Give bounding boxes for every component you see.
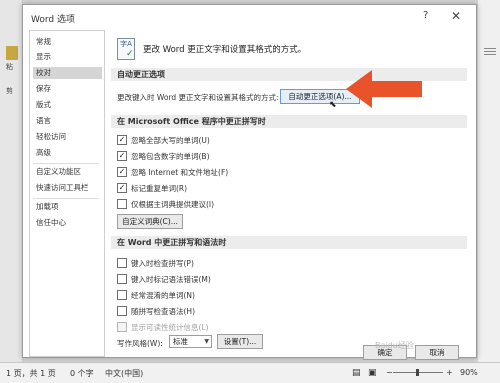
close-button[interactable]: ✕ <box>451 9 461 23</box>
checkbox-label: 标记重复单词(R) <box>131 184 188 193</box>
checkbox-label: 忽略包含数字的单词(B) <box>131 152 210 161</box>
word-count[interactable]: 0 个字 <box>70 368 94 379</box>
read-mode-icon[interactable]: ▤ <box>352 368 361 378</box>
checkbox-ignore-numbers[interactable]: ✓ <box>117 151 127 161</box>
word-ribbon-right-strip <box>478 0 500 362</box>
panel-header-text: 更改 Word 更正文字和设置其格式的方式。 <box>143 45 307 55</box>
nav-divider <box>33 163 99 164</box>
nav-item-display[interactable]: 显示 <box>33 51 102 63</box>
nav-item-general[interactable]: 常规 <box>33 36 102 48</box>
checkbox-check-spelling[interactable] <box>117 258 127 268</box>
checkbox-confused-words[interactable] <box>117 290 127 300</box>
nav-item-customize-ribbon[interactable]: 自定义功能区 <box>33 166 102 178</box>
checkbox-mark-grammar[interactable] <box>117 274 127 284</box>
checkbox-label: 键入时检查拼写(P) <box>131 259 194 268</box>
checkbox-label: 忽略 Internet 和文件地址(F) <box>131 168 229 177</box>
paste-icon[interactable] <box>6 46 18 60</box>
nav-item-advanced[interactable]: 高级 <box>33 147 102 159</box>
zoom-level[interactable]: 90% <box>460 368 478 377</box>
mouse-cursor-icon: ⬉ <box>329 100 337 110</box>
align-icon-line <box>484 54 496 55</box>
writing-style-label: 写作风格(W): <box>117 339 163 348</box>
checkbox-flag-repeated[interactable]: ✓ <box>117 183 127 193</box>
nav-item-language[interactable]: 语言 <box>33 115 102 127</box>
help-button[interactable]: ? <box>423 10 428 21</box>
writing-style-select[interactable]: 标准 ▼ <box>169 335 212 348</box>
proofing-icon: 字A ✓ <box>117 38 135 60</box>
proofing-icon-text: 字A <box>120 40 132 48</box>
nav-item-accessibility[interactable]: 轻松访问 <box>33 131 102 143</box>
chevron-down-icon: ▼ <box>204 338 209 345</box>
checkbox-label: 忽略全部大写的单词(U) <box>131 136 210 145</box>
page-count[interactable]: 1 页，共 1 页 <box>6 368 56 379</box>
checkbox-ignore-uppercase[interactable]: ✓ <box>117 135 127 145</box>
nav-item-proofing[interactable]: 校对 <box>33 67 102 79</box>
dialog-title: Word 选项 <box>31 15 75 25</box>
checkbox-label: 键入时标记语法错误(M) <box>131 275 211 284</box>
checkbox-grammar-with-spelling[interactable] <box>117 306 127 316</box>
zoom-in-icon[interactable]: + <box>446 368 453 377</box>
nav-item-quick-access-toolbar[interactable]: 快速访问工具栏 <box>33 182 102 194</box>
checkbox-readability-stats[interactable] <box>117 322 127 332</box>
autocorrect-description: 更改键入时 Word 更正文字和设置其格式的方式: <box>117 93 279 102</box>
section-word-spelling: 在 Word 中更正拼写和语法时 <box>111 236 467 249</box>
zoom-out-icon[interactable]: − <box>386 368 393 377</box>
print-layout-icon[interactable]: ▣ <box>368 368 377 378</box>
checkbox-label: 仅根据主词典提供建议(I) <box>131 200 215 209</box>
checkbox-ignore-internet[interactable]: ✓ <box>117 167 127 177</box>
nav-divider <box>33 198 99 199</box>
clipboard-label: 剪 <box>6 87 13 95</box>
options-nav: 常规 显示 校对 保存 版式 语言 轻松访问 高级 自定义功能区 快速访问工具栏… <box>29 30 105 357</box>
zoom-slider-thumb[interactable] <box>416 369 419 376</box>
nav-item-save[interactable]: 保存 <box>33 83 102 95</box>
align-icon-line <box>484 51 496 52</box>
word-options-dialog: Word 选项 ? ✕ 常规 显示 校对 保存 版式 语言 轻松访问 高级 自定… <box>22 4 477 360</box>
highlight-arrow-shape <box>346 70 422 108</box>
status-bar: 1 页，共 1 页 0 个字 中文(中国) ▤ ▣ − + 90% <box>0 362 500 383</box>
checkmark-icon: ✓ <box>126 49 134 59</box>
writing-style-value: 标准 <box>173 337 188 346</box>
paste-label: 粘 <box>6 63 13 71</box>
checkbox-label: 经常混淆的单词(N) <box>131 291 195 300</box>
checkbox-label: 显示可读性统计信息(L) <box>131 323 209 332</box>
checkbox-main-dictionary[interactable] <box>117 199 127 209</box>
nav-item-layout[interactable]: 版式 <box>33 99 102 111</box>
cancel-button[interactable]: 取消 <box>415 345 459 360</box>
nav-item-trust-center[interactable]: 信任中心 <box>33 217 102 229</box>
watermark-text: Baidu经验 <box>375 341 414 350</box>
highlight-arrow-icon <box>346 70 422 108</box>
checkbox-label: 随拼写检查语法(H) <box>131 307 195 316</box>
nav-item-add-ins[interactable]: 加载项 <box>33 201 102 213</box>
language-indicator[interactable]: 中文(中国) <box>105 368 143 379</box>
grammar-settings-button[interactable]: 设置(T)... <box>217 334 263 349</box>
word-ribbon-left-strip: 粘 剪 <box>0 0 23 362</box>
align-icon <box>484 48 496 49</box>
custom-dictionaries-button[interactable]: 自定义词典(C)... <box>117 214 183 229</box>
section-office-spelling: 在 Microsoft Office 程序中更正拼写时 <box>111 115 467 128</box>
